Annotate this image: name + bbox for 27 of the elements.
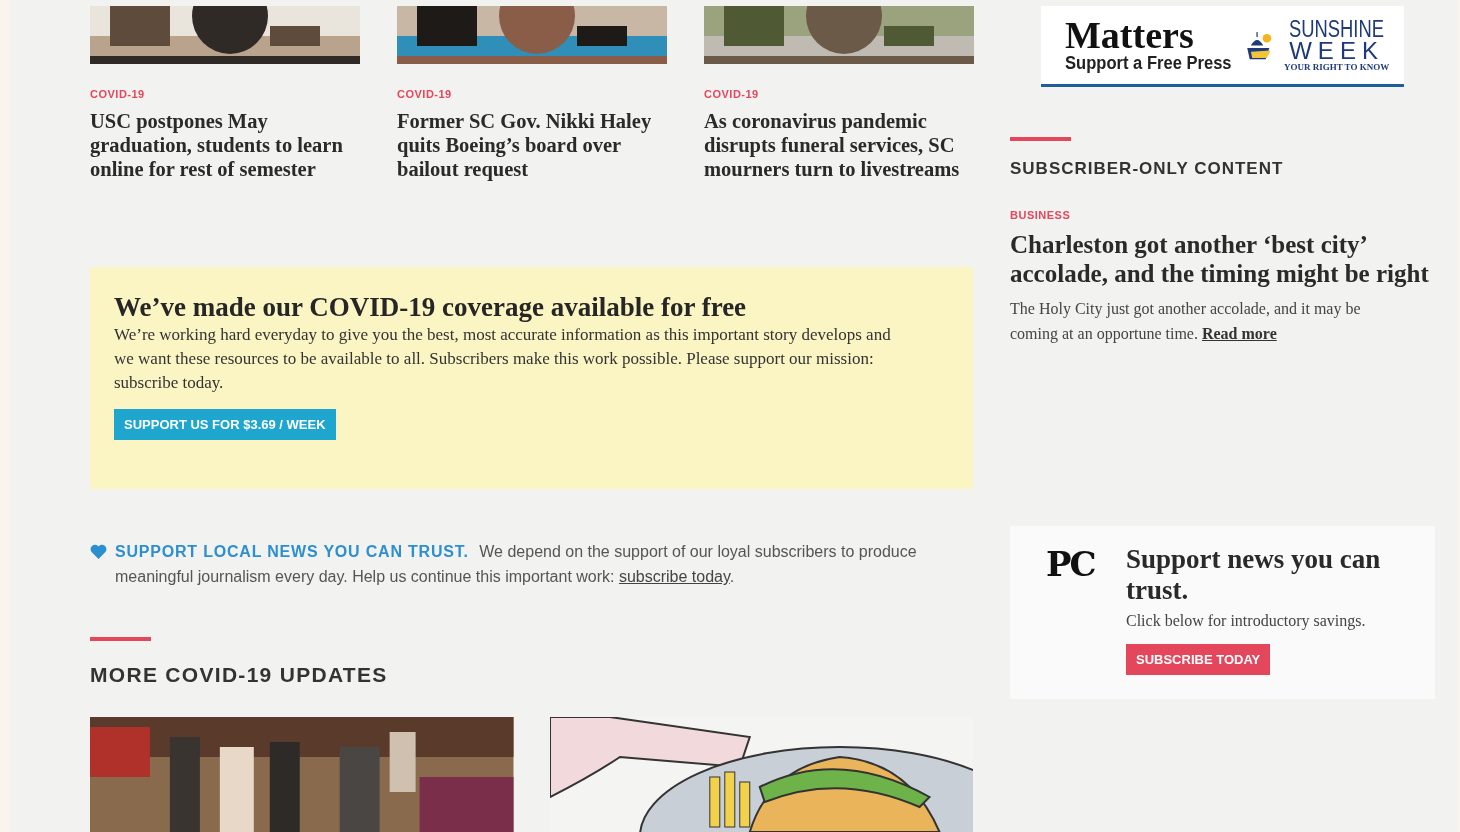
notice-text: We’re working hard everyday to give you the best, most accurate information as this important story develops and we want these resources to be available to all. Subscribers make this work possible. Please support our mission: subscribe today.	[114, 324, 892, 394]
read-more-link[interactable]: Read more	[1201, 325, 1277, 342]
ad-banner[interactable]: Matters Support a Free Press SUNSHINE WEEK YOUR RIGHT TO KNOW	[1041, 6, 1404, 87]
ad-slogan: YOUR RIGHT TO KNOW	[1283, 62, 1390, 72]
promo-text: Click below for introductory savings.	[1126, 612, 1366, 630]
category-tag[interactable]: BUSINESS	[1010, 209, 1071, 221]
promo-title: Support news you can trust.	[1126, 544, 1382, 606]
ad-headline: Matters	[1065, 16, 1195, 53]
ad-brand: WEEK	[1289, 40, 1384, 62]
story-summary: The Holy City just got another accolade, and it may be coming at an opportune time. Read more	[1010, 299, 1362, 345]
subscribe-link[interactable]: subscribe today	[618, 568, 730, 586]
support-message: SUPPORT LOCAL NEWS YOU CAN TRUST. We depend on the support of our loyal subscribers to produce meaningful journalism every day. Help us continue this important work: subscribe today.	[115, 542, 918, 588]
category-tag[interactable]: COVID-19	[90, 88, 145, 100]
heart-icon	[90, 544, 107, 560]
category-tag[interactable]: COVID-19	[397, 88, 452, 100]
story-headline[interactable]: Charleston got another ‘best city’ accolade, and the timing might be right	[1010, 230, 1435, 288]
notice-title: We’ve made our COVID-19 coverage available for free	[114, 291, 748, 323]
subscribe-button[interactable]: SUBSCRIBE TODAY	[1126, 644, 1271, 675]
story-headline[interactable]: Former SC Gov. Nikki Haley quits Boeing’s board over bailout request	[397, 109, 667, 181]
logo: PC	[1046, 544, 1096, 584]
ad-brand: SUNSHINE	[1289, 18, 1385, 40]
story-headline[interactable]: USC postpones May graduation, students to learn online for rest of semester	[90, 109, 360, 181]
section-heading: MORE COVID-19 UPDATES	[90, 663, 389, 687]
category-tag[interactable]: COVID-19	[704, 88, 759, 100]
ad-tagline: Support a Free Press	[1065, 52, 1232, 74]
story-headline[interactable]: As coronavirus pandemic disrupts funeral services, SC mourners turn to livestreams	[704, 109, 974, 181]
section-heading: SUBSCRIBER-ONLY CONTENT	[1010, 159, 1285, 179]
